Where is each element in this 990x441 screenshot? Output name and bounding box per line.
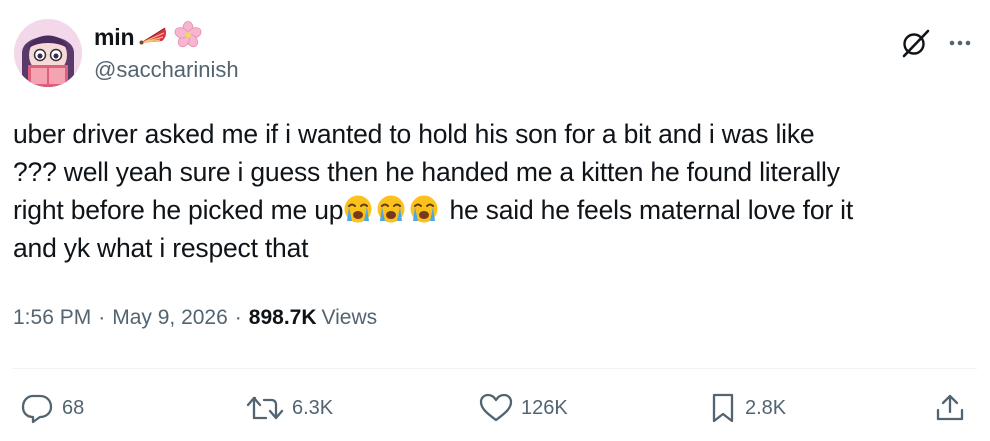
divider xyxy=(13,368,977,369)
display-name-row[interactable]: min xyxy=(94,20,239,54)
views-label: Views xyxy=(321,306,378,329)
bookmark-button[interactable]: 2.8K xyxy=(708,392,786,424)
repost-icon xyxy=(245,392,285,424)
handle[interactable]: @saccharinish xyxy=(94,57,239,83)
reply-count: 68 xyxy=(62,396,85,419)
fan-emoji xyxy=(138,25,168,50)
top-actions xyxy=(898,26,974,60)
views-count: 898.7K xyxy=(248,306,317,329)
tweet-date[interactable]: May 9, 2026 xyxy=(112,306,228,330)
loudly-crying-face-emoji xyxy=(376,194,406,224)
author-info: min @saccharinish xyxy=(94,20,239,83)
reply-button[interactable]: 68 xyxy=(19,392,84,424)
tweet-text-span: he said he feels maternal love for it xyxy=(442,195,854,225)
repost-count: 6.3K xyxy=(292,396,334,419)
grok-icon[interactable] xyxy=(898,26,932,60)
bookmark-icon xyxy=(708,392,738,424)
like-button[interactable]: 126K xyxy=(478,392,568,424)
like-icon xyxy=(478,392,514,424)
separator: · xyxy=(98,306,106,329)
share-button[interactable] xyxy=(934,392,966,424)
cherry-blossom-emoji xyxy=(174,20,202,54)
reply-icon xyxy=(19,392,55,424)
avatar[interactable] xyxy=(14,19,82,87)
separator: · xyxy=(234,306,242,329)
tweet-line: and yk what i respect that xyxy=(13,233,309,263)
loudly-crying-face-emoji xyxy=(409,194,439,224)
loudly-crying-face-emoji xyxy=(343,194,373,224)
display-name[interactable]: min xyxy=(94,24,134,51)
share-icon xyxy=(934,392,966,424)
bookmark-count: 2.8K xyxy=(745,396,787,419)
like-count: 126K xyxy=(521,396,568,419)
repost-button[interactable]: 6.3K xyxy=(245,392,333,424)
tweet-text-span: right before he picked me up xyxy=(13,195,344,225)
more-icon[interactable] xyxy=(946,29,974,57)
tweet-text: uber driver asked me if i wanted to hold… xyxy=(13,115,981,267)
tweet-line: ??? well yeah sure i guess then he hande… xyxy=(13,157,840,187)
action-bar: 68 6.3K 126K 2.8K xyxy=(0,384,990,434)
tweet-meta: 1:56 PM · May 9, 2026 · 898.7K Views xyxy=(13,306,377,330)
tweet-time[interactable]: 1:56 PM xyxy=(13,306,91,330)
tweet-line-with-emoji: right before he picked me up he said he … xyxy=(13,191,981,229)
tweet-line: uber driver asked me if i wanted to hold… xyxy=(13,119,815,149)
